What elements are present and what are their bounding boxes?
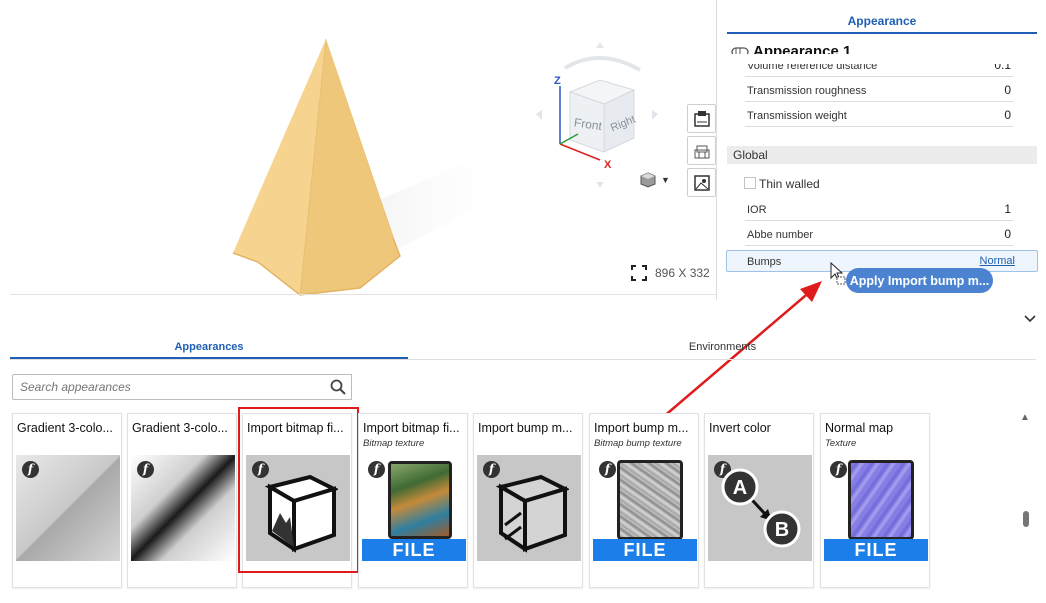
card-title: Import bump m...	[594, 421, 689, 435]
thin-walled-checkbox[interactable]	[744, 177, 756, 189]
card-subtitle: Texture	[825, 438, 857, 449]
appearance-card[interactable]: Gradient 3-colo... f	[12, 413, 122, 588]
card-subtitle: Bitmap texture	[363, 438, 425, 449]
normal-map-image	[848, 460, 914, 540]
search-field[interactable]	[12, 374, 326, 400]
divider	[10, 294, 716, 295]
node-a-label: A	[733, 477, 747, 499]
shaded-cube-icon	[640, 172, 656, 188]
selection-highlight	[238, 407, 359, 573]
node-b-label: B	[775, 519, 789, 541]
property-row[interactable]: IOR 1	[745, 198, 1013, 221]
card-thumbnail: f A B	[708, 455, 812, 561]
function-icon: f	[22, 461, 39, 478]
card-title: Gradient 3-colo...	[17, 421, 113, 435]
render-icon	[693, 110, 710, 127]
active-tab-indicator	[727, 32, 1037, 34]
image-icon	[693, 174, 710, 191]
bitmap-texture-image	[388, 461, 452, 539]
search-input[interactable]	[18, 375, 322, 399]
file-badge: FILE	[593, 539, 697, 561]
card-thumbnail: f FILE	[362, 455, 466, 561]
search-icon	[330, 379, 346, 395]
card-thumbnail: f FILE	[824, 455, 928, 561]
function-icon: f	[137, 461, 154, 478]
tab-appearances[interactable]: Appearances	[10, 341, 408, 353]
card-thumbnail: f	[131, 455, 235, 561]
drag-cursor-icon	[830, 262, 846, 285]
card-title: Import bitmap fi...	[363, 421, 460, 435]
section-title: Global	[733, 148, 768, 162]
collapse-chevron-icon[interactable]	[1024, 312, 1036, 326]
z-axis-label: Z	[554, 75, 561, 87]
function-icon: f	[368, 461, 385, 478]
apply-import-bump-button[interactable]: Apply Import bump m...	[846, 268, 993, 293]
tab-appearance[interactable]: Appearance	[727, 14, 1037, 28]
card-thumbnail: f	[477, 455, 581, 561]
property-row[interactable]: Transmission weight 0	[745, 104, 1013, 127]
bumps-label: Bumps	[747, 256, 782, 268]
property-label: IOR	[747, 204, 767, 216]
chevron-down-icon: ▼	[661, 175, 670, 185]
property-value[interactable]: 0	[1004, 108, 1011, 122]
scroll-up-arrow-icon[interactable]: ▲	[1020, 412, 1030, 423]
x-axis-label: X	[604, 159, 612, 171]
card-title: Invert color	[709, 421, 771, 435]
node-graph-icon: A B	[721, 468, 801, 548]
scroll-clip	[727, 54, 1037, 64]
card-title: Gradient 3-colo...	[132, 421, 228, 435]
card-thumbnail: f	[16, 455, 120, 561]
property-value[interactable]: 0	[1004, 83, 1011, 97]
property-row[interactable]: Abbe number 0	[745, 223, 1013, 246]
property-value[interactable]: 1	[1004, 202, 1011, 216]
materials-icon	[694, 145, 709, 158]
property-label: Transmission roughness	[747, 85, 867, 97]
scrollbar-thumb[interactable]	[1023, 511, 1029, 527]
tab-environments[interactable]: Environments	[530, 341, 915, 353]
card-thumbnail: f FILE	[593, 455, 697, 561]
file-badge: FILE	[824, 539, 928, 561]
render-tool-button[interactable]	[687, 104, 716, 133]
property-row[interactable]: Transmission roughness 0	[745, 79, 1013, 102]
appearance-panel: Appearance Appearance 1 Volume reference…	[716, 0, 1046, 300]
card-title: Normal map	[825, 421, 894, 435]
appearance-card[interactable]: Import bump m... f	[473, 413, 583, 588]
appearance-tool-button[interactable]	[687, 136, 716, 165]
property-label: Transmission weight	[747, 110, 847, 122]
resize-frame-icon[interactable]	[630, 264, 648, 282]
function-icon: f	[599, 461, 616, 478]
render-mode-dropdown[interactable]: ▼	[640, 172, 670, 188]
card-subtitle: Bitmap bump texture	[594, 438, 682, 449]
appearance-card[interactable]: Import bump m... Bitmap bump texture f F…	[589, 413, 699, 588]
active-tab-indicator	[10, 357, 408, 359]
bump-cube-icon	[495, 474, 569, 553]
property-value[interactable]: 0	[1004, 227, 1011, 241]
appearance-card[interactable]: Import bitmap fi... Bitmap texture f FIL…	[358, 413, 468, 588]
file-badge: FILE	[362, 539, 466, 561]
appearance-card[interactable]: Normal map Texture f FILE	[820, 413, 930, 588]
search-button[interactable]	[324, 374, 352, 400]
function-icon: f	[830, 461, 847, 478]
appearance-card[interactable]: Gradient 3-colo... f	[127, 413, 237, 588]
section-header-global[interactable]: Global	[727, 146, 1037, 164]
appearance-card[interactable]: Invert color f A B	[704, 413, 814, 588]
environment-tool-button[interactable]	[687, 168, 716, 197]
thin-walled-label: Thin walled	[759, 177, 820, 191]
viewport-size-readout: 896 X 332	[655, 266, 710, 280]
view-cube[interactable]: Front Right Z X	[530, 42, 665, 192]
bump-texture-image	[617, 460, 683, 540]
property-label: Abbe number	[747, 229, 814, 241]
bumps-value-link[interactable]: Normal	[980, 255, 1015, 267]
pyramid-model[interactable]	[200, 30, 530, 300]
graphics-viewport[interactable]: Front Right Z X ▼ 896 X 332	[0, 0, 716, 296]
card-title: Import bump m...	[478, 421, 573, 435]
